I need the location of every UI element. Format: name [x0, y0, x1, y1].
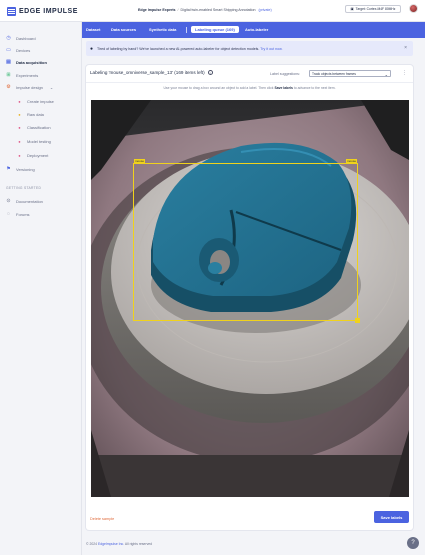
instructions-text-end: to advance to the next item. [293, 86, 336, 90]
sidebar-subitem-deployment[interactable]: ● Deployment [17, 153, 48, 158]
sidebar-item-label: Data acquisition [16, 60, 47, 65]
footer-company-link[interactable]: EdgeImpulse Inc. [98, 542, 124, 546]
project-tag: (private) [258, 8, 272, 12]
banner-link[interactable]: Try it out now. [260, 47, 282, 51]
label-suggestions-select[interactable]: Track objects between frames ⌄ [309, 70, 391, 77]
sidebar-item-devices[interactable]: ▭ Devices [6, 47, 31, 54]
logo[interactable]: EDGE IMPULSE [7, 7, 78, 16]
bbox-label-right[interactable]: mouse [345, 159, 357, 163]
tab-auto-labeler[interactable]: Auto-labeler [245, 27, 268, 32]
sidebar-item-label: Impulse design [16, 85, 43, 90]
section-getting-started: GETTING STARTED [6, 186, 42, 190]
label-suggestions-value: Track objects between frames [312, 71, 356, 76]
labeling-card: Labeling 'mouse_omniverse_sample_13' (16… [86, 65, 413, 530]
project-name[interactable]: Digital twin-enabled Smart Shipping Anno… [181, 8, 256, 12]
dashboard-icon: ◷ [6, 35, 11, 41]
sidebar-subitem-classification[interactable]: ● Classification [17, 125, 51, 130]
label-suggestions-label: Label suggestions: [270, 72, 300, 76]
sidebar-subitem-label: Deployment [27, 153, 49, 158]
sidebar-item-dashboard[interactable]: ◷ Dashboard [6, 35, 36, 42]
help-button[interactable]: ? [407, 537, 419, 549]
sidebar-item-data-acquisition[interactable]: ▤ Data acquisition [6, 59, 47, 66]
experiments-icon: ⊞ [6, 72, 11, 78]
sidebar-subitem-create-impulse[interactable]: ● Create impulse [17, 99, 54, 104]
tab-divider [186, 27, 187, 33]
sidebar-item-versioning[interactable]: ⚑ Versioning [6, 166, 35, 173]
sidebar-subitem-raw-data[interactable]: ● Raw data [17, 112, 44, 117]
sidebar-item-label: Experiments [16, 73, 39, 78]
dot-icon: ● [18, 125, 21, 130]
tab-data-sources[interactable]: Data sources [111, 27, 136, 32]
footer-rights: All rights reserved [124, 542, 153, 546]
sidebar-item-documentation[interactable]: ⊙ Documentation [6, 198, 43, 205]
banner-text: Tired of labeling by hand? We've launche… [97, 47, 283, 51]
sidebar-subitem-model-testing[interactable]: ● Model testing [17, 139, 51, 144]
card-title-text: Labeling 'mouse_omniverse_sample_13' (16… [90, 70, 205, 75]
save-labels-button[interactable]: Save labels [374, 511, 409, 523]
avatar[interactable] [409, 4, 418, 13]
project-owner[interactable]: Edge Impulse Experts [138, 8, 176, 12]
footer-copyright: © 2024 [86, 542, 97, 546]
sidebar-subitem-label: Create impulse [27, 99, 54, 104]
sidebar-item-experiments[interactable]: ⊞ Experiments [6, 72, 39, 79]
sidebar-subitem-label: Model testing [27, 139, 51, 144]
data-acquisition-icon: ▤ [6, 59, 11, 65]
target-device-button[interactable]: ▣ Target: Cortex-M4F 80MHz [345, 5, 401, 13]
labeling-canvas[interactable]: mouse mouse [91, 100, 409, 497]
forums-icon: ◌ [7, 211, 10, 217]
dot-icon: ● [18, 153, 21, 158]
more-options-icon[interactable]: ⋮ [402, 70, 407, 76]
sidebar-item-label: Forums [16, 212, 30, 217]
documentation-icon: ⊙ [6, 198, 11, 204]
dot-icon: ● [18, 112, 21, 117]
sidebar-item-label: Documentation [16, 199, 43, 204]
chevron-down-icon: ⌄ [49, 85, 54, 90]
chevron-down-icon: ⌄ [384, 72, 388, 77]
info-icon: ● [90, 45, 94, 52]
target-chip-icon: ▣ [350, 7, 354, 11]
info-icon[interactable]: i [207, 70, 213, 75]
dot-icon: ● [18, 99, 21, 104]
tab-synthetic-data[interactable]: Synthetic data [149, 27, 176, 32]
footer: © 2024 EdgeImpulse Inc. All rights reser… [86, 542, 152, 546]
instructions-text: Use your mouse to drag a box around an o… [163, 86, 274, 90]
instructions-bold: Save labels [274, 86, 293, 90]
sidebar-item-label: Devices [16, 48, 31, 53]
target-label: Target: Cortex-M4F 80MHz [355, 7, 396, 11]
sidebar-item-label: Dashboard [16, 36, 36, 41]
dot-icon: ● [18, 139, 21, 144]
sidebar-item-label: Versioning [16, 167, 35, 172]
delete-sample-link[interactable]: Delete sample [90, 517, 114, 521]
impulse-design-icon: ⚙ [6, 84, 11, 90]
logo-text: EDGE IMPULSE [19, 8, 78, 15]
edge-impulse-logo-icon [7, 7, 16, 16]
sidebar-subitem-label: Classification [27, 125, 51, 130]
sidebar-subitem-label: Raw data [27, 112, 44, 117]
bbox-label[interactable]: mouse [134, 159, 146, 163]
sidebar-item-forums[interactable]: ◌ Forums [6, 211, 30, 218]
banner-message: Tired of labeling by hand? We've launche… [97, 46, 260, 51]
resize-handle-icon[interactable] [355, 318, 360, 323]
devices-icon: ▭ [6, 47, 11, 53]
project-breadcrumb: Edge Impulse Experts / Digital twin-enable… [138, 8, 272, 12]
help-icon: ? [411, 540, 415, 546]
flag-icon: ⚑ [6, 166, 11, 172]
close-icon[interactable]: × [404, 45, 407, 51]
divider [86, 82, 413, 83]
bounding-box[interactable]: mouse mouse [133, 159, 360, 323]
sidebar-item-impulse-design[interactable]: ⚙ Impulse design ⌄ [6, 84, 54, 91]
card-title: Labeling 'mouse_omniverse_sample_13' (16… [90, 70, 213, 75]
tabs-band: Dataset Data sources Synthetic data Labe… [82, 22, 425, 38]
auto-labeler-banner: ● Tired of labeling by hand? We've launc… [86, 41, 413, 56]
labeling-instructions: Use your mouse to drag a box around an o… [86, 86, 413, 90]
tab-labeling-queue[interactable]: Labeling queue (169) [191, 26, 239, 33]
tab-dataset[interactable]: Dataset [86, 27, 100, 32]
sidebar: ◷ Dashboard ▭ Devices ▤ Data acquisition… [0, 22, 82, 555]
top-bar: EDGE IMPULSE Edge Impulse Experts / Digita… [0, 0, 425, 22]
